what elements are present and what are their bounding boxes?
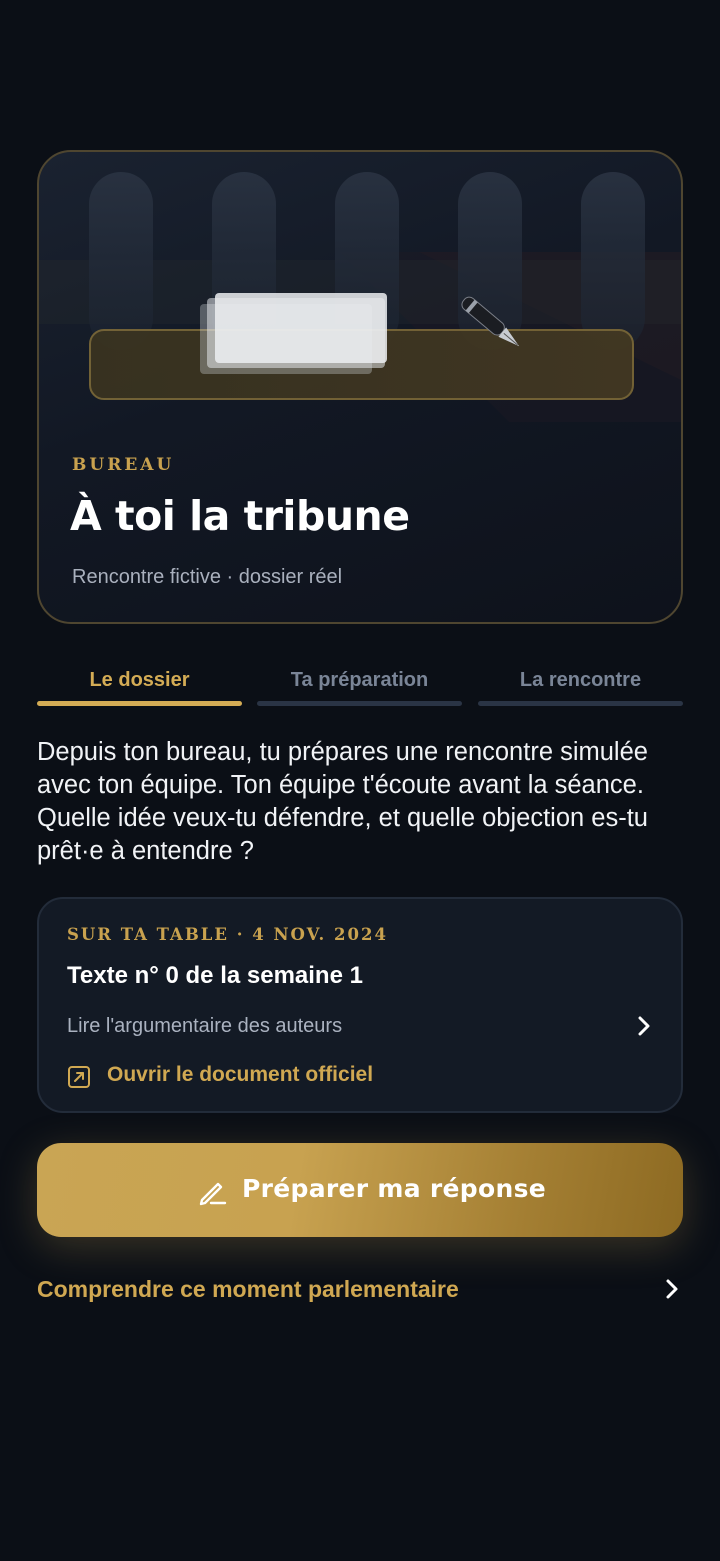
open-official-document-link[interactable]: Ouvrir le document officiel <box>67 1061 427 1091</box>
prepare-response-label: Préparer ma réponse <box>242 1174 547 1203</box>
chevron-right-icon <box>638 1016 650 1036</box>
hero-card: BUREAU À toi la tribune Rencontre fictiv… <box>37 150 683 624</box>
intro-text: Depuis ton bureau, tu prépares une renco… <box>37 738 648 865</box>
tab-preparation[interactable]: Ta préparation <box>257 664 462 708</box>
tab-indicator <box>37 701 242 706</box>
understand-moment-link[interactable]: Comprendre ce moment parlementaire <box>37 1270 683 1310</box>
chevron-right-icon <box>666 1279 678 1299</box>
desk-illustration <box>39 152 681 422</box>
pen-icon <box>199 1182 227 1206</box>
tab-rencontre[interactable]: La rencontre <box>478 664 683 708</box>
dossier-kicker: SUR TA TABLE · 4 NOV. 2024 <box>67 925 388 944</box>
screen: BUREAU À toi la tribune Rencontre fictiv… <box>0 0 720 1561</box>
tab-label: Ta préparation <box>290 669 429 691</box>
tab-indicator <box>478 701 683 706</box>
understand-moment-label: Comprendre ce moment parlementaire <box>37 1276 459 1302</box>
page-title: À toi la tribune <box>70 492 410 540</box>
tab-label: La rencontre <box>519 669 642 691</box>
tab-bar: Le dossier Ta préparation La rencontre <box>37 664 683 710</box>
hero-kicker: BUREAU <box>72 455 175 475</box>
external-link-icon <box>68 1066 90 1088</box>
hero-subtitle: Rencontre fictive · dossier réel <box>72 566 343 588</box>
tab-indicator <box>257 701 462 706</box>
read-argument-label: Lire l'argumentaire des auteurs <box>67 1015 343 1037</box>
open-official-document-label: Ouvrir le document officiel <box>107 1063 374 1086</box>
dossier-card: SUR TA TABLE · 4 NOV. 2024 Texte n° 0 de… <box>37 897 683 1113</box>
tab-dossier[interactable]: Le dossier <box>37 664 242 708</box>
dossier-title: Texte n° 0 de la semaine 1 <box>67 962 363 989</box>
read-argument-link[interactable]: Lire l'argumentaire des auteurs <box>39 1007 681 1047</box>
prepare-response-button[interactable]: Préparer ma réponse <box>37 1143 683 1237</box>
tab-label: Le dossier <box>89 669 190 691</box>
